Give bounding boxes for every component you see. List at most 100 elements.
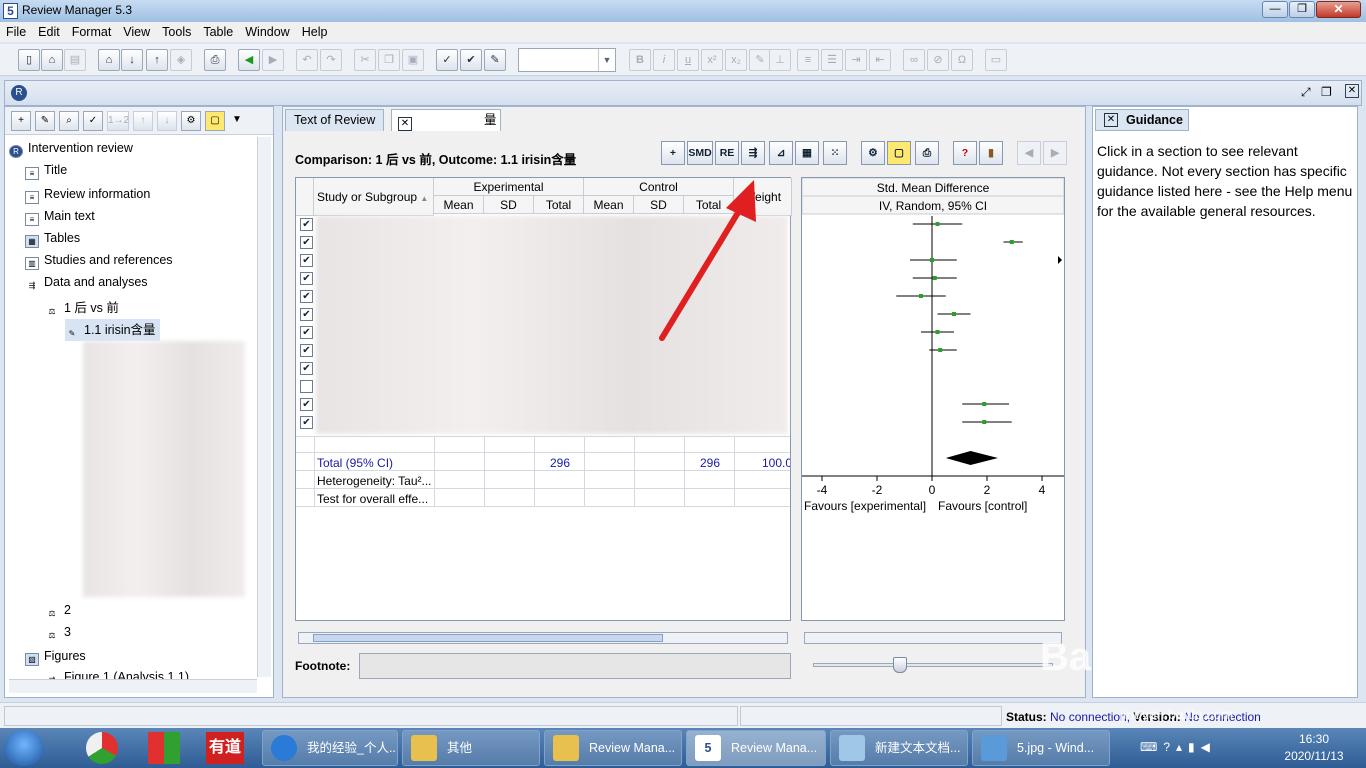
chevron-down-icon[interactable]: ▼: [598, 49, 615, 71]
previous-icon[interactable]: ◀: [1017, 141, 1041, 165]
unlink-icon[interactable]: ⊘: [927, 49, 949, 71]
forward-arrow-icon[interactable]: ▶: [262, 49, 284, 71]
add-section-icon[interactable]: +: [11, 111, 31, 131]
study-include-checkbox[interactable]: ✔: [300, 236, 313, 249]
funnel-plot-icon[interactable]: ⊿: [769, 141, 793, 165]
study-include-checkbox[interactable]: ✔: [300, 218, 313, 231]
close-icon[interactable]: ✕: [1345, 84, 1359, 98]
tree-item-tables[interactable]: ▦ Tables: [25, 231, 80, 248]
menu-edit[interactable]: Edit: [32, 22, 66, 39]
study-include-checkbox[interactable]: ✔: [300, 398, 313, 411]
outline-vertical-scrollbar[interactable]: [257, 137, 271, 677]
tree-item-data-analyses[interactable]: ⇶ Data and analyses: [25, 275, 148, 293]
print-icon[interactable]: ⎙: [915, 141, 939, 165]
subscript-icon[interactable]: x₂: [725, 49, 747, 71]
tray-icons[interactable]: ⌨?▴▮◀: [1140, 740, 1216, 754]
new-file-icon[interactable]: ▯: [18, 49, 40, 71]
paste-icon[interactable]: ▣: [402, 49, 424, 71]
edit-icon[interactable]: ✎: [484, 49, 506, 71]
study-include-checkbox[interactable]: ✔: [300, 326, 313, 339]
upload-icon[interactable]: ↑: [146, 49, 168, 71]
grid-icon[interactable]: ⁙: [823, 141, 847, 165]
outdent-icon[interactable]: ⇤: [869, 49, 891, 71]
menu-table[interactable]: Table: [197, 22, 239, 39]
numbered-list-icon[interactable]: ☰: [821, 49, 843, 71]
study-include-checkbox[interactable]: ✔: [300, 416, 313, 429]
cut-icon[interactable]: ✂: [354, 49, 376, 71]
restore-icon[interactable]: ❐: [1321, 85, 1332, 99]
highlight-icon[interactable]: ✎: [749, 49, 771, 71]
tree-item-comparison-3[interactable]: ⚖ 3: [45, 625, 71, 643]
menu-file[interactable]: File: [0, 22, 32, 39]
study-include-checkbox[interactable]: ✔: [300, 290, 313, 303]
footnote-input[interactable]: [359, 653, 791, 679]
omega-icon[interactable]: Ω: [951, 49, 973, 71]
open-folder-icon[interactable]: ⌂: [41, 49, 63, 71]
window-icon[interactable]: ▭: [985, 49, 1007, 71]
outline-horizontal-scrollbar[interactable]: [9, 679, 257, 693]
menu-help[interactable]: Help: [296, 22, 334, 39]
task-browser[interactable]: 我的经验_个人...: [262, 730, 398, 766]
forest-plot-icon[interactable]: ⇶: [741, 141, 765, 165]
redo-icon[interactable]: ↷: [320, 49, 342, 71]
properties-icon[interactable]: ⚙: [861, 141, 885, 165]
random-effects-button[interactable]: RE: [715, 141, 739, 165]
youdao-icon[interactable]: 有道: [206, 732, 244, 764]
bullet-list-icon[interactable]: ≡: [797, 49, 819, 71]
print-icon[interactable]: ⎙: [204, 49, 226, 71]
home-icon[interactable]: ⌂: [98, 49, 120, 71]
next-icon[interactable]: ▶: [1043, 141, 1067, 165]
tree-item-studies[interactable]: ▥ Studies and references: [25, 253, 173, 270]
calculator-icon[interactable]: ▦: [795, 141, 819, 165]
tree-item-main-text[interactable]: ≡ Main text: [25, 209, 95, 226]
menu-view[interactable]: View: [117, 22, 156, 39]
tab-analysis[interactable]: ✕ 量: [391, 109, 501, 131]
close-icon[interactable]: ✕: [1104, 113, 1118, 127]
clock-date[interactable]: 2020/11/13: [1274, 749, 1354, 763]
close-icon[interactable]: ✕: [398, 117, 412, 131]
link-icon[interactable]: ∞: [903, 49, 925, 71]
close-button[interactable]: ✕: [1316, 1, 1361, 18]
task-image-viewer[interactable]: 5.jpg - Wind...: [972, 730, 1110, 766]
note-icon[interactable]: ▢: [205, 111, 225, 131]
underline-icon[interactable]: u: [677, 49, 699, 71]
find-icon[interactable]: ⌕: [59, 111, 79, 131]
study-include-checkbox[interactable]: ✔: [300, 272, 313, 285]
move-up-icon[interactable]: ↑: [133, 111, 153, 131]
study-column-header[interactable]: Study or Subgroup ▲: [314, 178, 434, 216]
book-icon[interactable]: ▮: [979, 141, 1003, 165]
zoom-slider-track[interactable]: [813, 663, 1053, 667]
menu-window[interactable]: Window: [239, 22, 295, 39]
tree-item-comparison-2[interactable]: ⚖ 2: [45, 603, 71, 621]
start-button[interactable]: [4, 730, 44, 766]
forest-horizontal-scrollbar[interactable]: [804, 632, 1062, 644]
study-include-checkbox[interactable]: [300, 380, 313, 393]
scrollbar-thumb[interactable]: [313, 634, 663, 642]
app-icon[interactable]: [148, 732, 180, 764]
study-include-checkbox[interactable]: ✔: [300, 308, 313, 321]
study-include-checkbox[interactable]: ✔: [300, 254, 313, 267]
chevron-down-icon[interactable]: ▼: [227, 111, 247, 131]
guidance-tab[interactable]: ✕ Guidance: [1095, 109, 1189, 131]
menu-tools[interactable]: Tools: [156, 22, 197, 39]
browser-icon[interactable]: [86, 732, 118, 764]
tree-item-outcome-1-1[interactable]: ✎ 1.1 irisin含量: [65, 319, 160, 341]
clock-time[interactable]: 16:30: [1274, 732, 1354, 746]
task-folder-other[interactable]: 其他: [402, 730, 540, 766]
task-review-manager[interactable]: 5 Review Mana...: [686, 730, 826, 766]
task-notepad[interactable]: 新建文本文档...: [830, 730, 968, 766]
study-include-checkbox[interactable]: ✔: [300, 362, 313, 375]
note-icon[interactable]: ▢: [887, 141, 911, 165]
tree-item-title[interactable]: ≡ Title: [25, 163, 67, 180]
tab-text-of-review[interactable]: Text of Review: [285, 109, 385, 131]
task-folder-review[interactable]: Review Mana...: [544, 730, 682, 766]
edit-note-icon[interactable]: ✎: [35, 111, 55, 131]
tree-item-figures[interactable]: ▧ Figures: [25, 649, 86, 666]
minimize-button[interactable]: —: [1262, 1, 1288, 18]
table-horizontal-scrollbar[interactable]: [298, 632, 788, 644]
pin-icon[interactable]: ⊥: [769, 49, 791, 71]
save-icon[interactable]: ▤: [64, 49, 86, 71]
menu-format[interactable]: Format: [66, 22, 118, 39]
tree-item-comparison-1[interactable]: ⚖ 1 后 vs 前: [45, 297, 119, 319]
move-down-icon[interactable]: ↓: [157, 111, 177, 131]
